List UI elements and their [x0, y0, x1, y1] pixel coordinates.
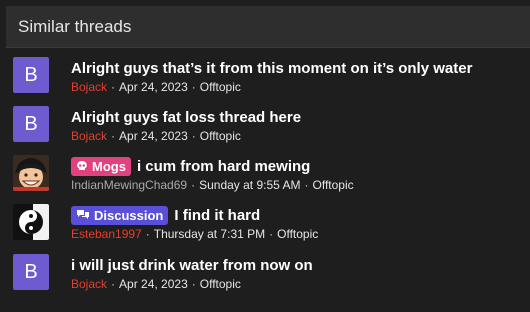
thread-title-link[interactable]: Alright guys fat loss thread here: [71, 109, 301, 126]
thread-author-link[interactable]: IndianMewingChad69: [71, 178, 187, 192]
skull-icon: [76, 160, 88, 172]
thread-forum-link[interactable]: Offtopic: [313, 178, 354, 192]
meta-separator: ·: [269, 227, 274, 241]
thread-author-link[interactable]: Bojack: [71, 80, 107, 94]
thread-date[interactable]: Thursday at 7:31 PM: [154, 227, 265, 241]
meta-separator: ·: [191, 80, 196, 94]
thread-title-link[interactable]: i cum from hard mewing: [137, 158, 310, 175]
thread-item[interactable]: B Alright guys that’s it from this momen…: [13, 57, 523, 97]
meta-separator: ·: [111, 80, 116, 94]
thread-title-link[interactable]: I find it hard: [174, 207, 260, 224]
thread-item[interactable]: Discussion I find it hard Esteban1997 · …: [13, 204, 523, 244]
avatar[interactable]: B: [13, 106, 49, 142]
meta-separator: ·: [145, 227, 150, 241]
prefix-label: Mogs: [92, 158, 126, 174]
thread-date[interactable]: Apr 24, 2023: [119, 129, 188, 143]
meta-separator: ·: [111, 277, 116, 291]
thread-item[interactable]: Mogs i cum from hard mewing IndianMewing…: [13, 155, 523, 195]
thread-author-link[interactable]: Esteban1997: [71, 227, 142, 241]
avatar[interactable]: [13, 204, 49, 240]
thread-date[interactable]: Sunday at 9:55 AM: [199, 178, 300, 192]
thread-author-link[interactable]: Bojack: [71, 277, 107, 291]
avatar-letter: B: [24, 63, 38, 86]
avatar[interactable]: [13, 155, 49, 191]
thread-author-link[interactable]: Bojack: [71, 129, 107, 143]
section-title: Similar threads: [18, 16, 132, 36]
thread-forum-link[interactable]: Offtopic: [277, 227, 318, 241]
avatar[interactable]: B: [13, 254, 49, 290]
thread-forum-link[interactable]: Offtopic: [200, 129, 241, 143]
avatar-letter: B: [24, 112, 38, 135]
avatar-letter: B: [24, 260, 38, 283]
thread-forum-link[interactable]: Offtopic: [200, 80, 241, 94]
chat-bubbles-icon: [76, 209, 90, 221]
avatar-image: [13, 155, 49, 191]
thread-date[interactable]: Apr 24, 2023: [119, 277, 188, 291]
thread-forum-link[interactable]: Offtopic: [200, 277, 241, 291]
prefix-label: Discussion: [94, 207, 164, 223]
section-header: Similar threads: [6, 6, 530, 48]
thread-date[interactable]: Apr 24, 2023: [119, 80, 188, 94]
meta-separator: ·: [191, 129, 196, 143]
meta-separator: ·: [191, 178, 196, 192]
thread-title-link[interactable]: i will just drink water from now on: [71, 257, 313, 274]
thread-item[interactable]: B i will just drink water from now on Bo…: [13, 254, 523, 294]
thread-item[interactable]: B Alright guys fat loss thread here Boja…: [13, 106, 523, 146]
meta-separator: ·: [191, 277, 196, 291]
similar-threads-panel: Similar threads B Alright guys that’s it…: [0, 0, 530, 312]
meta-separator: ·: [111, 129, 116, 143]
prefix-badge-mogs[interactable]: Mogs: [71, 156, 131, 176]
avatar[interactable]: B: [13, 57, 49, 93]
thread-title-link[interactable]: Alright guys that’s it from this moment …: [71, 60, 472, 77]
avatar-image: [13, 204, 49, 240]
meta-separator: ·: [304, 178, 309, 192]
prefix-badge-discussion[interactable]: Discussion: [71, 205, 169, 225]
